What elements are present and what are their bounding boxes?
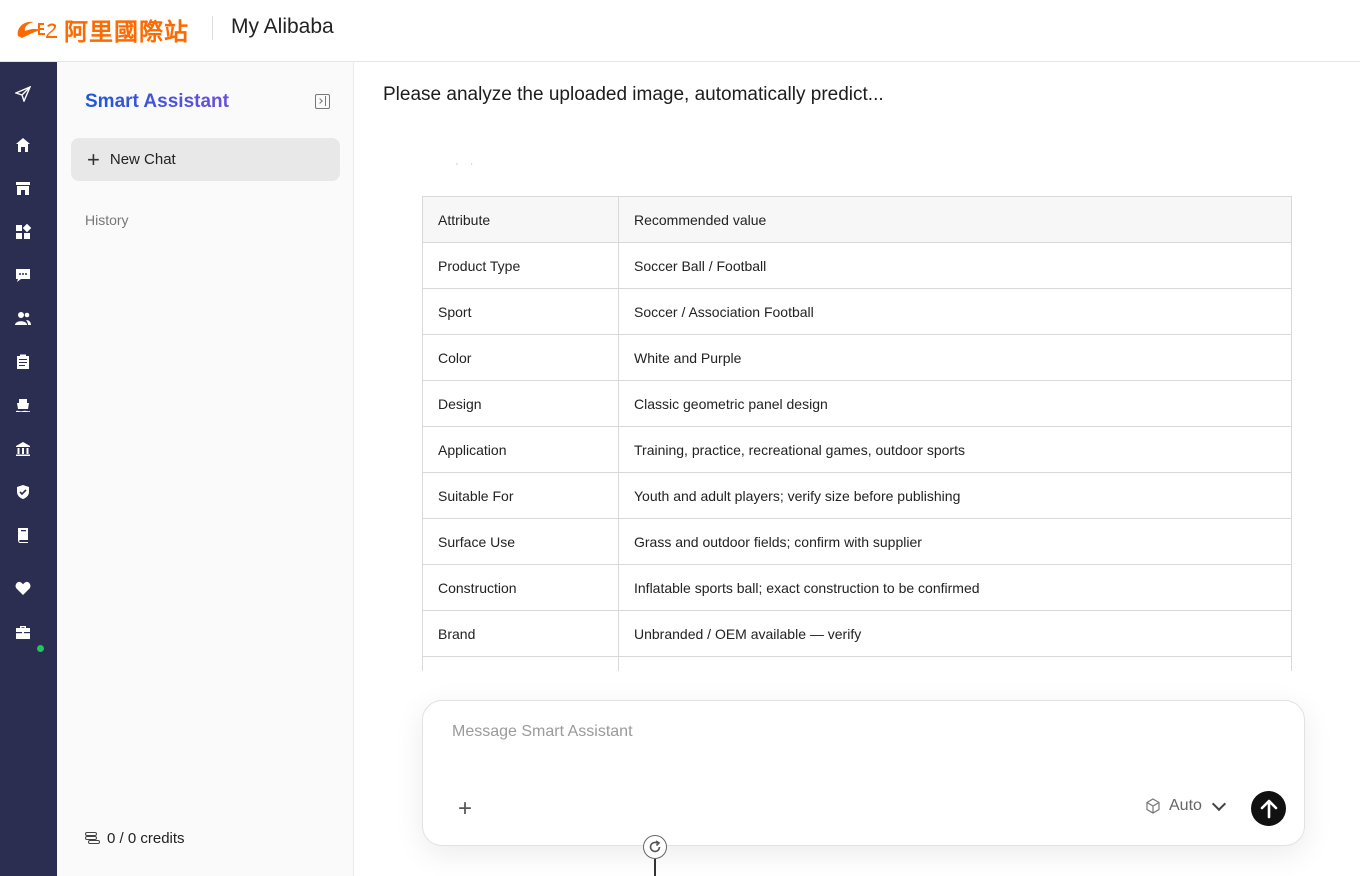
model-selector-label: Auto <box>1169 797 1202 814</box>
logo-text: 阿里國際站 <box>64 17 189 46</box>
shipping-icon[interactable] <box>13 395 33 415</box>
new-chat-button[interactable]: + New Chat <box>71 138 340 181</box>
attribute-cell: Brand <box>422 610 619 657</box>
alibaba-logo-mark-icon <box>17 21 57 38</box>
top-header: 阿里國際站 My Alibaba <box>0 0 1360 62</box>
scroll-indicator-line <box>654 859 656 876</box>
shield-icon[interactable] <box>13 482 33 502</box>
value-cell: Grass and outdoor fields; confirm with s… <box>618 518 1292 565</box>
status-dot <box>37 645 44 652</box>
model-selector[interactable]: Auto <box>1145 796 1226 815</box>
message-icon[interactable] <box>13 265 33 285</box>
plus-icon: + <box>87 146 100 172</box>
attach-plus-icon[interactable]: + <box>458 797 472 821</box>
bank-icon[interactable] <box>13 439 33 459</box>
scrolled-text-fragment: · · <box>455 158 478 170</box>
chevron-down-icon <box>1211 796 1226 811</box>
collapse-sidebar-icon[interactable] <box>315 94 330 109</box>
table-row: Design Classic geometric panel design <box>422 380 1292 427</box>
table-row: Construction Inflatable sports ball; exac… <box>422 564 1292 611</box>
page-title: My Alibaba <box>231 15 334 38</box>
table-row-cut-off <box>422 656 1292 671</box>
alibaba-logo[interactable]: 阿里國際站 <box>14 12 189 46</box>
table-row: Suitable For Youth and adult players; ver… <box>422 472 1292 519</box>
table-row: Sport Soccer / Association Football <box>422 288 1292 335</box>
column-header-attribute: Attribute <box>422 196 619 243</box>
credits-indicator: 0 / 0 credits <box>85 830 185 847</box>
table-row: Product Type Soccer Ball / Football <box>422 242 1292 289</box>
value-cell: Inflatable sports ball; exact constructi… <box>618 564 1292 611</box>
new-chat-label: New Chat <box>109 151 176 168</box>
apps-icon[interactable] <box>13 222 33 242</box>
book-icon[interactable] <box>13 525 33 545</box>
attribute-cell <box>422 656 619 671</box>
attributes-table: Attribute Recommended value Product Type… <box>422 196 1292 671</box>
assistant-sidebar: Smart Assistant + New Chat History 0 / 0… <box>57 62 354 876</box>
attribute-cell: Construction <box>422 564 619 611</box>
table-row: Brand Unbranded / OEM available — verify <box>422 610 1292 657</box>
attribute-cell: Design <box>422 380 619 427</box>
send-icon[interactable] <box>13 84 33 104</box>
send-button[interactable] <box>1251 791 1286 826</box>
value-cell: Unbranded / OEM available — verify <box>618 610 1292 657</box>
users-icon[interactable] <box>13 308 33 328</box>
table-row: Color White and Purple <box>422 334 1292 381</box>
value-cell <box>618 656 1292 671</box>
value-cell: Training, practice, recreational games, … <box>618 426 1292 473</box>
chat-main: Please analyze the uploaded image, autom… <box>355 62 1360 876</box>
column-header-value: Recommended value <box>618 196 1292 243</box>
value-cell: Soccer / Association Football <box>618 288 1292 335</box>
attribute-cell: Color <box>422 334 619 381</box>
home-icon[interactable] <box>13 135 33 155</box>
user-query: Please analyze the uploaded image, autom… <box>383 84 884 105</box>
coins-icon <box>85 831 101 846</box>
message-composer: + Auto <box>422 700 1305 846</box>
orders-icon[interactable] <box>13 352 33 372</box>
attribute-cell: Suitable For <box>422 472 619 519</box>
icon-rail <box>0 62 57 876</box>
table-row: Application Training, practice, recreatio… <box>422 426 1292 473</box>
value-cell: Soccer Ball / Football <box>618 242 1292 289</box>
history-heading: History <box>85 212 129 228</box>
message-input[interactable] <box>452 723 1152 741</box>
attribute-cell: Application <box>422 426 619 473</box>
refresh-icon <box>649 840 661 853</box>
briefcase-icon[interactable] <box>13 622 33 642</box>
attribute-cell: Sport <box>422 288 619 335</box>
attribute-cell: Surface Use <box>422 518 619 565</box>
attributes-table-container[interactable]: Attribute Recommended value Product Type… <box>422 196 1293 671</box>
arrow-up-icon <box>1260 799 1277 818</box>
heart-icon[interactable] <box>13 578 33 598</box>
value-cell: White and Purple <box>618 334 1292 381</box>
table-header-row: Attribute Recommended value <box>422 196 1292 243</box>
store-icon[interactable] <box>13 178 33 198</box>
table-row: Surface Use Grass and outdoor fields; con… <box>422 518 1292 565</box>
value-cell: Youth and adult players; verify size bef… <box>618 472 1292 519</box>
attribute-cell: Product Type <box>422 242 619 289</box>
value-cell: Classic geometric panel design <box>618 380 1292 427</box>
credits-text: 0 / 0 credits <box>107 830 185 847</box>
header-divider <box>212 16 213 40</box>
regenerate-button[interactable] <box>643 835 667 859</box>
sidebar-title: Smart Assistant <box>85 91 229 112</box>
cube-icon <box>1146 798 1160 814</box>
